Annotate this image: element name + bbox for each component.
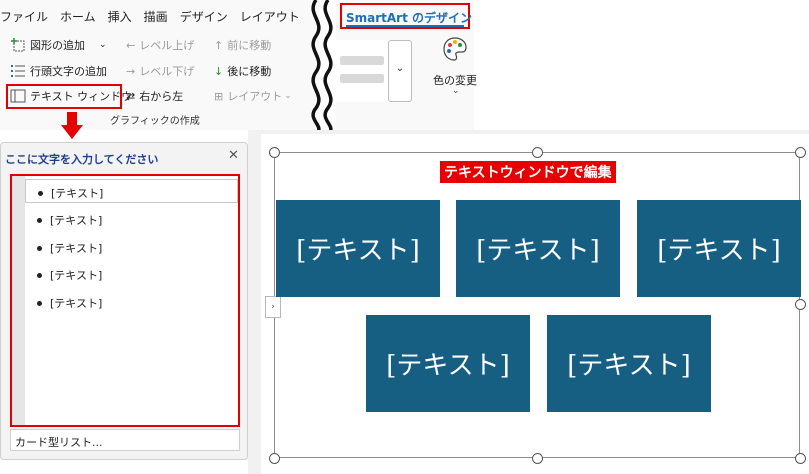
- smartart-box[interactable]: [テキスト]: [456, 200, 620, 297]
- tab-smartart-design[interactable]: SmartArt のデザイン: [340, 3, 473, 29]
- ribbon-tabs: ファイル ホーム 挿入 描画 デザイン レイアウト: [0, 0, 307, 32]
- callout-label: テキストウィンドウで編集: [440, 161, 616, 183]
- move-up-button[interactable]: ↑ 前に移動: [214, 37, 271, 53]
- ribbon: ファイル ホーム 挿入 描画 デザイン レイアウト 図形の追加 ⌄ 行頭文字の追…: [0, 0, 320, 130]
- arrow-right-icon: →: [126, 64, 136, 78]
- promote-label: レベル上げ: [139, 39, 195, 52]
- tab-underline: [346, 25, 464, 27]
- arrow-up-icon: ↑: [214, 38, 224, 52]
- list-item[interactable]: [テキスト]: [25, 290, 238, 314]
- add-shape-label: 図形の追加: [30, 39, 85, 52]
- promote-button[interactable]: ← レベル上げ: [126, 37, 194, 53]
- gallery-bar: [340, 74, 384, 83]
- right-to-left-label: 右から左: [139, 90, 184, 103]
- group-label: グラフィックの作成: [110, 116, 200, 127]
- bullet-icon: [37, 245, 42, 251]
- arrow-down-icon: ↓: [214, 64, 224, 78]
- list-item-text: [テキスト]: [50, 269, 103, 282]
- tab-smartart-design-label: SmartArt のデザイン: [346, 11, 473, 25]
- smartart-frame[interactable]: [274, 152, 800, 458]
- layout-icon: ⊞: [214, 89, 224, 103]
- list-item[interactable]: [テキスト]: [25, 262, 238, 286]
- move-up-label: 前に移動: [227, 39, 272, 52]
- text-pane-gutter: [12, 176, 25, 425]
- chevron-down-icon[interactable]: ⌄: [452, 86, 460, 96]
- close-icon[interactable]: ✕: [228, 148, 239, 163]
- list-item[interactable]: [テキスト]: [25, 179, 238, 203]
- demote-label: レベル下げ: [139, 65, 195, 78]
- smartart-box[interactable]: [テキスト]: [547, 315, 711, 412]
- gallery-bar: [340, 56, 384, 65]
- right-to-left-button[interactable]: ⇄ 右から左: [126, 88, 183, 104]
- text-pane-highlight: [6, 84, 122, 109]
- smartart-box[interactable]: [テキスト]: [366, 315, 530, 412]
- bullet-icon: [38, 190, 43, 196]
- add-shape-icon: [10, 37, 26, 53]
- list-item-text: [テキスト]: [51, 187, 104, 200]
- list-item[interactable]: [テキスト]: [25, 235, 238, 259]
- more-icon: ⌄: [395, 63, 405, 74]
- resize-handle[interactable]: [532, 147, 543, 158]
- layout-name-link[interactable]: カード型リスト...: [10, 429, 240, 451]
- move-down-button[interactable]: ↓ 後に移動: [214, 63, 271, 79]
- bullet-icon: [37, 217, 42, 223]
- list-item-text: [テキスト]: [50, 214, 103, 227]
- list-item[interactable]: [テキスト]: [25, 207, 238, 231]
- resize-handle[interactable]: [795, 147, 806, 158]
- tab-file[interactable]: ファイル: [0, 0, 55, 32]
- smartart-box[interactable]: [テキスト]: [637, 200, 801, 297]
- add-bullet-button[interactable]: 行頭文字の追加: [10, 63, 107, 79]
- resize-handle[interactable]: [795, 299, 806, 310]
- smartart-box[interactable]: [テキスト]: [276, 200, 440, 297]
- move-down-label: 後に移動: [227, 65, 272, 78]
- text-pane: ここに文字を入力してください ✕ [テキスト] [テキスト] [テキスト] [テ…: [0, 142, 248, 460]
- tab-design[interactable]: デザイン: [175, 0, 235, 32]
- gallery-more-button[interactable]: ⌄: [388, 40, 412, 102]
- tab-layout[interactable]: レイアウト: [235, 0, 307, 32]
- add-bullet-label: 行頭文字の追加: [30, 65, 107, 78]
- resize-handle[interactable]: [532, 453, 543, 464]
- bullet-list-icon: [10, 63, 26, 79]
- chevron-down-icon: ⌄: [284, 91, 292, 101]
- bullet-icon: [37, 272, 42, 278]
- text-pane-list[interactable]: [テキスト] [テキスト] [テキスト] [テキスト] [テキスト]: [10, 174, 240, 427]
- demote-button[interactable]: → レベル下げ: [126, 63, 194, 79]
- add-shape-button[interactable]: 図形の追加 ⌄: [10, 37, 107, 53]
- resize-handle[interactable]: [269, 147, 280, 158]
- arrow-left-icon: ←: [126, 38, 136, 52]
- chevron-down-icon[interactable]: ⌄: [99, 40, 107, 50]
- resize-handle[interactable]: [269, 453, 280, 464]
- resize-handle[interactable]: [795, 453, 806, 464]
- layout-button[interactable]: ⊞ レイアウト ⌄: [214, 88, 292, 104]
- expand-text-pane-button[interactable]: ›: [265, 296, 281, 318]
- list-item-text: [テキスト]: [50, 242, 103, 255]
- right-to-left-icon: ⇄: [126, 89, 136, 103]
- layout-label: レイアウト: [227, 90, 283, 103]
- text-pane-title: ここに文字を入力してください: [5, 153, 159, 166]
- tab-draw[interactable]: 描画: [139, 0, 175, 32]
- palette-icon: [443, 37, 467, 61]
- tab-home[interactable]: ホーム: [55, 0, 103, 32]
- tab-insert[interactable]: 挿入: [103, 0, 139, 32]
- arrow-down-indicator-icon: [61, 112, 83, 139]
- list-item-text: [テキスト]: [50, 297, 103, 310]
- chevron-right-icon: ›: [271, 302, 275, 312]
- bullet-icon: [37, 300, 42, 306]
